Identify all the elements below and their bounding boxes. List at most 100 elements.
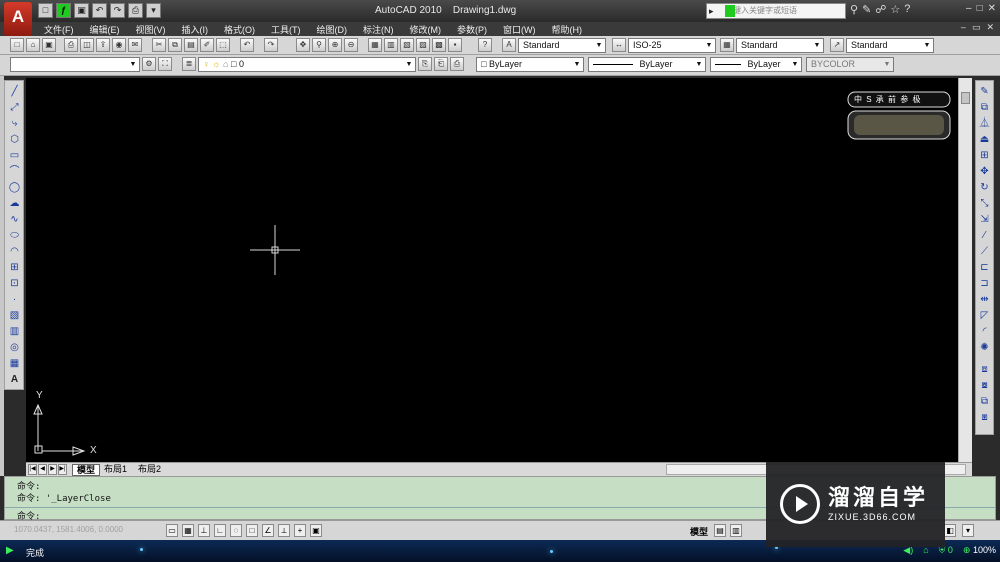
binoculars-icon[interactable]: ⚲: [850, 3, 858, 16]
vertical-scrollbar[interactable]: [958, 78, 972, 462]
linetype-select[interactable]: ByLayer ▼: [588, 57, 706, 72]
open-icon[interactable]: ⌂: [26, 38, 40, 52]
menu-draw[interactable]: 绘图(D): [317, 23, 348, 36]
move-icon[interactable]: ✥: [978, 165, 991, 178]
menu-format[interactable]: 格式(O): [224, 23, 255, 36]
tab-layout2[interactable]: 布局2: [134, 464, 165, 476]
help-icon[interactable]: ?: [904, 3, 910, 16]
break-icon[interactable]: ⊐: [978, 277, 991, 290]
favorites-icon[interactable]: ☆: [890, 3, 900, 16]
menu-help[interactable]: 帮助(H): [552, 23, 583, 36]
layer-states-icon[interactable]: ⎙: [450, 57, 464, 71]
info-center-search[interactable]: ▸ 键入关键字或短语: [706, 3, 846, 19]
menu-tools[interactable]: 工具(T): [271, 23, 301, 36]
workspace-icon[interactable]: ▾: [146, 3, 161, 18]
mirror-icon[interactable]: ⏅: [978, 117, 991, 130]
polyline-icon[interactable]: ⤷: [8, 117, 21, 130]
join-icon[interactable]: ⇹: [978, 293, 991, 306]
text-style-select[interactable]: Standard ▼: [518, 38, 606, 53]
clean-screen-icon[interactable]: ◧: [944, 524, 956, 537]
workspace-select[interactable]: ▼: [10, 57, 140, 72]
trim-icon[interactable]: ⁄: [978, 229, 991, 242]
zoom-previous-icon[interactable]: ⊖: [344, 38, 358, 52]
ellipse-arc-icon[interactable]: ◠: [8, 245, 21, 258]
publish-icon[interactable]: ⇪: [96, 38, 110, 52]
etransmit-icon[interactable]: ✉: [128, 38, 142, 52]
menu-insert[interactable]: 插入(I): [182, 23, 209, 36]
table-icon[interactable]: ▦: [8, 357, 21, 370]
region-icon[interactable]: ◎: [8, 341, 21, 354]
properties-icon[interactable]: ▦: [368, 38, 382, 52]
make-block-icon[interactable]: ⊡: [8, 277, 21, 290]
open-file-icon[interactable]: ƒ: [56, 3, 71, 18]
cut-icon[interactable]: ✂: [152, 38, 166, 52]
search-input[interactable]: 键入关键字或短语: [733, 6, 797, 15]
print-preview-icon[interactable]: ◫: [80, 38, 94, 52]
dim-style-select[interactable]: ISO-25 ▼: [628, 38, 716, 53]
last-tab-icon[interactable]: ▶|: [58, 464, 67, 475]
block-editor-icon[interactable]: ⬚: [216, 38, 230, 52]
insert-block-icon[interactable]: ⊞: [8, 261, 21, 274]
rotate-icon[interactable]: ↻: [978, 181, 991, 194]
menu-modify[interactable]: 修改(M): [410, 23, 442, 36]
lineweight-select[interactable]: ByLayer ▼: [710, 57, 802, 72]
dynamic-ucs-icon[interactable]: ⟂: [278, 524, 290, 537]
gradient-icon[interactable]: ▥: [8, 325, 21, 338]
dynamic-input-icon[interactable]: +: [294, 524, 306, 537]
offset-icon[interactable]: ⏏: [978, 133, 991, 146]
revision-cloud-icon[interactable]: ☁: [8, 197, 21, 210]
construction-line-icon[interactable]: ⤢: [8, 101, 21, 114]
3d-dwf-icon[interactable]: ◉: [112, 38, 126, 52]
object-snap-icon[interactable]: □: [246, 524, 258, 537]
scale-icon[interactable]: ⤡: [978, 197, 991, 210]
new-file-icon[interactable]: □: [38, 3, 53, 18]
menu-file[interactable]: 文件(F): [44, 23, 74, 36]
arc-icon[interactable]: ⌒: [8, 165, 21, 178]
array-icon[interactable]: ⊞: [978, 149, 991, 162]
workspace-save-icon[interactable]: ⛶: [158, 57, 172, 71]
color-select[interactable]: □ ByLayer ▼: [476, 57, 584, 72]
lineweight-toggle-icon[interactable]: ▣: [310, 524, 322, 537]
layer-select[interactable]: ♀ ☼ ⌂ □ 0 ▼: [198, 57, 416, 72]
quick-view-drawings-icon[interactable]: ▥: [730, 524, 742, 537]
rectangle-icon[interactable]: ▭: [8, 149, 21, 162]
minimize-icon[interactable]: –: [966, 3, 972, 14]
application-menu-button[interactable]: A: [4, 2, 32, 36]
draworder-front-icon[interactable]: ⧈: [978, 363, 991, 376]
quickcalc-icon[interactable]: ▪: [448, 38, 462, 52]
make-current-layer-icon[interactable]: ⎘: [418, 57, 432, 71]
layer-properties-icon[interactable]: ≣: [182, 57, 196, 71]
multileader-style-icon[interactable]: ↗: [830, 38, 844, 52]
table-style-icon[interactable]: ▦: [720, 38, 734, 52]
save-toolbar-icon[interactable]: ▣: [42, 38, 56, 52]
close-icon[interactable]: ✕: [988, 3, 996, 14]
dim-style-icon[interactable]: ↔: [612, 38, 626, 52]
play-icon[interactable]: ▶: [6, 545, 14, 556]
multiline-text-icon[interactable]: A: [8, 373, 21, 386]
doc-close-icon[interactable]: ✕: [986, 22, 994, 33]
undo-icon[interactable]: ↶: [92, 3, 107, 18]
plot-icon[interactable]: ⎙: [128, 3, 143, 18]
next-tab-icon[interactable]: ▶: [48, 464, 57, 475]
menu-parametric[interactable]: 参数(P): [457, 23, 487, 36]
menu-edit[interactable]: 编辑(E): [90, 23, 120, 36]
undo-toolbar-icon[interactable]: ↶: [240, 38, 254, 52]
menu-dimension[interactable]: 标注(N): [363, 23, 394, 36]
multileader-style-select[interactable]: Standard ▼: [846, 38, 934, 53]
print-icon[interactable]: ⎙: [64, 38, 78, 52]
workspace-settings-icon[interactable]: ⚙: [142, 57, 156, 71]
paste-icon[interactable]: ▤: [184, 38, 198, 52]
redo-toolbar-icon[interactable]: ↷: [264, 38, 278, 52]
break-at-point-icon[interactable]: ⊏: [978, 261, 991, 274]
status-menu-icon[interactable]: ▾: [962, 524, 974, 537]
save-icon[interactable]: ▣: [74, 3, 89, 18]
grid-display-icon[interactable]: ⊥: [198, 524, 210, 537]
doc-restore-icon[interactable]: ▭: [972, 22, 981, 33]
wrench-icon[interactable]: ✎: [862, 3, 871, 16]
explode-icon[interactable]: ✺: [978, 341, 991, 354]
pan-icon[interactable]: ✥: [296, 38, 310, 52]
first-tab-icon[interactable]: |◀: [28, 464, 37, 475]
ortho-mode-icon[interactable]: ∟: [214, 524, 226, 537]
redo-icon[interactable]: ↷: [110, 3, 125, 18]
model-space-label[interactable]: 模型: [690, 525, 708, 538]
